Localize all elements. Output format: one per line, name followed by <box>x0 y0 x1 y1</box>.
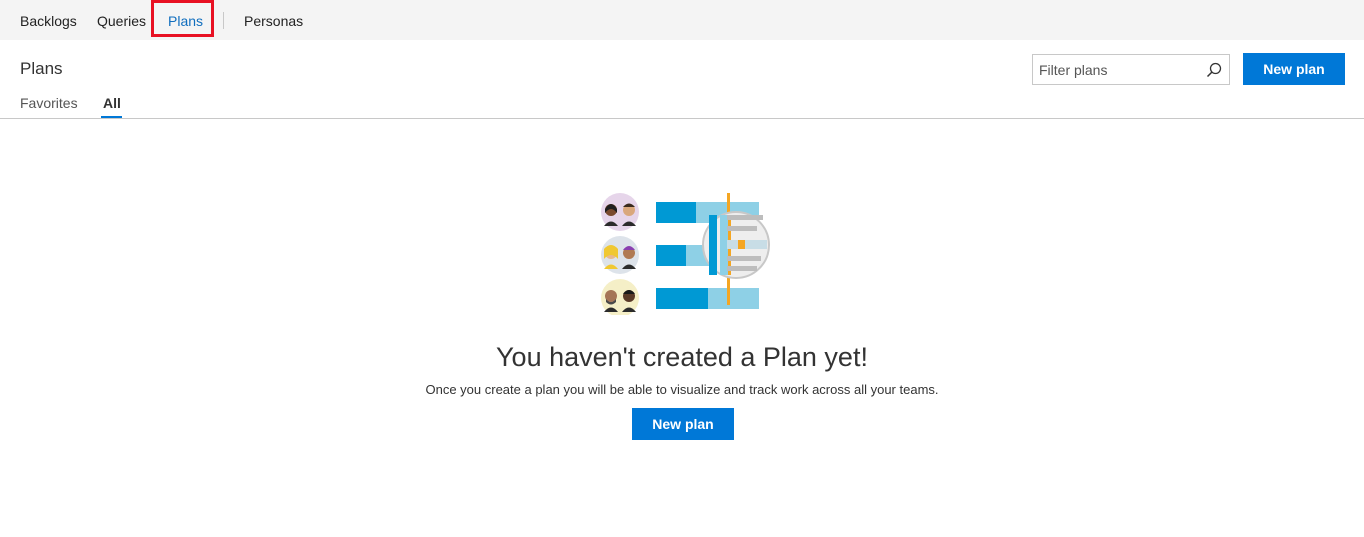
nav-plans[interactable]: Plans <box>168 0 203 40</box>
empty-state-subtitle: Once you create a plan you will be able … <box>425 382 939 397</box>
team-avatar-2 <box>601 236 639 274</box>
nav-backlogs[interactable]: Backlogs <box>20 0 77 40</box>
top-navigation: Backlogs Queries Plans Personas <box>0 0 1364 40</box>
tab-all[interactable]: All <box>103 95 121 111</box>
page-title: Plans <box>20 59 63 78</box>
header-divider <box>0 118 1364 119</box>
tab-favorites[interactable]: Favorites <box>20 95 78 111</box>
search-icon[interactable] <box>1205 61 1223 79</box>
new-plan-button[interactable]: New plan <box>1243 53 1345 85</box>
filter-plans-input[interactable] <box>1039 55 1199 84</box>
nav-divider <box>223 12 224 29</box>
nav-personas[interactable]: Personas <box>244 0 303 40</box>
nav-queries[interactable]: Queries <box>97 0 146 40</box>
magnifier-graphic <box>702 211 770 279</box>
filter-plans-box[interactable] <box>1032 54 1230 85</box>
team-avatar-1 <box>601 193 639 231</box>
empty-state-title: You haven't created a Plan yet! <box>496 342 868 372</box>
empty-state-new-plan-button[interactable]: New plan <box>632 408 734 440</box>
team-avatar-3 <box>601 279 639 315</box>
plans-illustration <box>601 193 770 315</box>
